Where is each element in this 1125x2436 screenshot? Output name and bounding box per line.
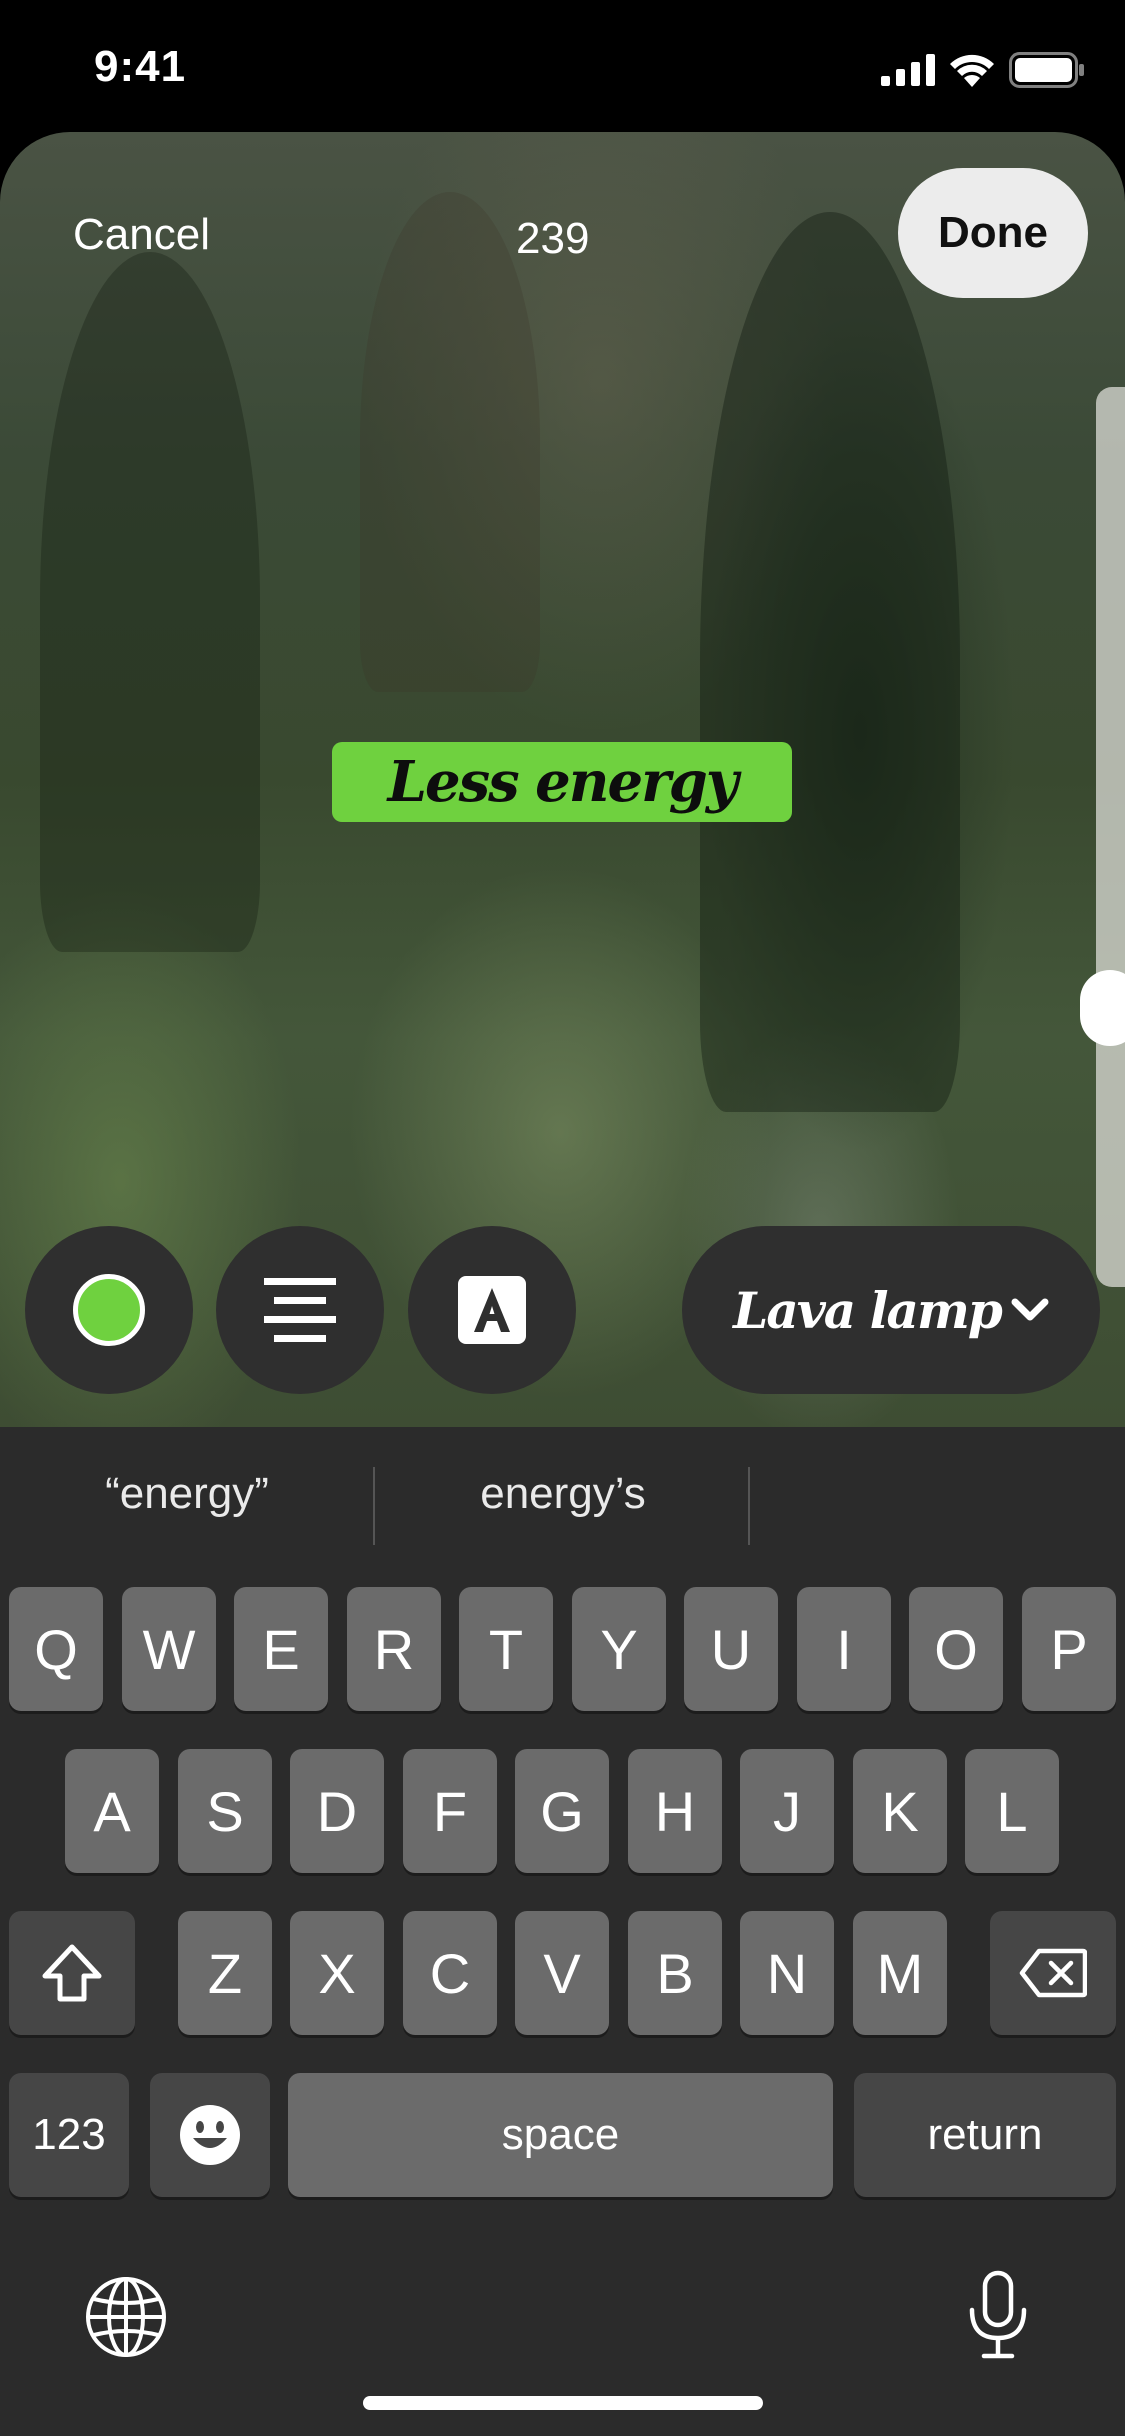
- text-background-button[interactable]: [408, 1226, 576, 1394]
- key-v[interactable]: V: [515, 1911, 609, 2035]
- wifi-icon: [950, 54, 994, 87]
- numbers-key[interactable]: 123: [9, 2073, 129, 2197]
- key-k[interactable]: K: [853, 1749, 947, 1873]
- text-size-slider[interactable]: [1096, 387, 1125, 1287]
- key-b[interactable]: B: [628, 1911, 722, 2035]
- key-i[interactable]: I: [797, 1587, 891, 1711]
- shift-key[interactable]: [9, 1911, 135, 2035]
- key-w[interactable]: W: [122, 1587, 216, 1711]
- background-photo: [40, 252, 260, 952]
- key-r[interactable]: R: [347, 1587, 441, 1711]
- text-style-icon: [458, 1276, 526, 1344]
- key-l[interactable]: L: [965, 1749, 1059, 1873]
- font-name-label: Lava lamp: [733, 1280, 1003, 1340]
- key-d[interactable]: D: [290, 1749, 384, 1873]
- battery-icon: [1009, 52, 1084, 88]
- font-selector-button[interactable]: Lava lamp: [682, 1226, 1100, 1394]
- backspace-key[interactable]: [990, 1911, 1116, 2035]
- globe-icon[interactable]: [84, 2275, 168, 2359]
- key-o[interactable]: O: [909, 1587, 1003, 1711]
- key-n[interactable]: N: [740, 1911, 834, 2035]
- key-s[interactable]: S: [178, 1749, 272, 1873]
- suggestion-1[interactable]: “energy”: [2, 1469, 372, 1519]
- character-counter: 239: [516, 214, 590, 263]
- delete-backward-icon: [1019, 1948, 1087, 1998]
- key-e[interactable]: E: [234, 1587, 328, 1711]
- text-align-button[interactable]: [216, 1226, 384, 1394]
- return-key[interactable]: return: [854, 2073, 1116, 2197]
- key-g[interactable]: G: [515, 1749, 609, 1873]
- emoji-icon: [180, 2105, 240, 2165]
- status-time: 9:41: [94, 42, 187, 91]
- suggestion-divider: [748, 1467, 750, 1545]
- space-key[interactable]: space: [288, 2073, 833, 2197]
- key-a[interactable]: A: [65, 1749, 159, 1873]
- text-size-slider-handle[interactable]: [1080, 970, 1125, 1046]
- color-picker-button[interactable]: [25, 1226, 193, 1394]
- key-c[interactable]: C: [403, 1911, 497, 2035]
- emoji-key[interactable]: [150, 2073, 270, 2197]
- background-photo-tree: [700, 212, 960, 1112]
- signal-icon: [881, 54, 935, 86]
- photo-editor-canvas: Cancel 239 Done Less energy Lava lamp: [0, 132, 1125, 1427]
- align-center-icon: [264, 1278, 336, 1342]
- suggestion-2[interactable]: energy’s: [378, 1469, 748, 1519]
- key-j[interactable]: J: [740, 1749, 834, 1873]
- key-u[interactable]: U: [684, 1587, 778, 1711]
- key-m[interactable]: M: [853, 1911, 947, 2035]
- done-button[interactable]: Done: [898, 168, 1088, 298]
- caption-text-sticker[interactable]: Less energy: [332, 742, 792, 822]
- chevron-down-icon: [1011, 1298, 1049, 1321]
- key-p[interactable]: P: [1022, 1587, 1116, 1711]
- microphone-icon[interactable]: [966, 2270, 1030, 2360]
- suggestion-divider: [373, 1467, 375, 1545]
- key-x[interactable]: X: [290, 1911, 384, 2035]
- color-swatch-icon: [73, 1274, 145, 1346]
- status-icons: [881, 50, 1085, 90]
- key-y[interactable]: Y: [572, 1587, 666, 1711]
- home-indicator[interactable]: [363, 2396, 763, 2410]
- key-q[interactable]: Q: [9, 1587, 103, 1711]
- key-h[interactable]: H: [628, 1749, 722, 1873]
- predictive-bar: “energy” energy’s: [0, 1427, 1125, 1577]
- key-z[interactable]: Z: [178, 1911, 272, 2035]
- key-f[interactable]: F: [403, 1749, 497, 1873]
- cancel-button[interactable]: Cancel: [73, 210, 210, 260]
- status-bar: 9:41: [0, 0, 1125, 132]
- key-t[interactable]: T: [459, 1587, 553, 1711]
- background-photo-tree: [360, 192, 540, 692]
- shift-arrow-icon: [42, 1944, 102, 2002]
